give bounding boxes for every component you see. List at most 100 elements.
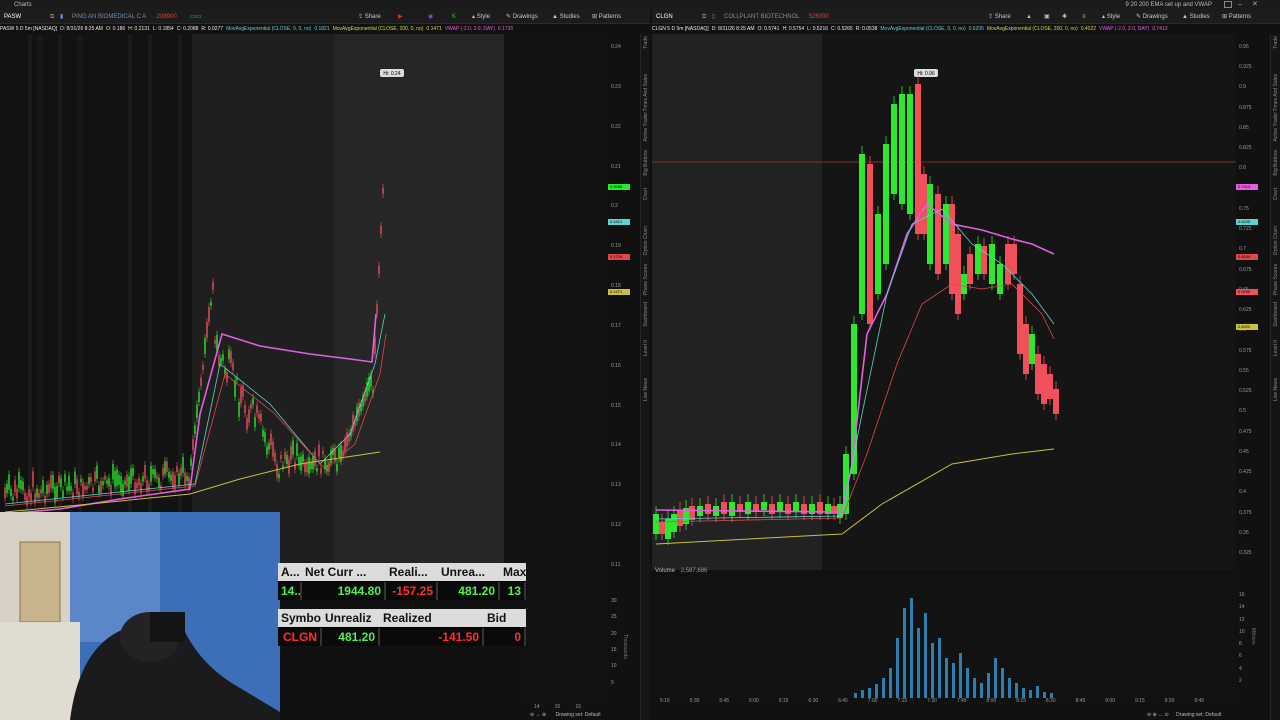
table-value-cell: 13 (500, 582, 526, 600)
table-header-cell[interactable]: A... (278, 563, 302, 581)
table-header-cell[interactable]: Symbo (278, 609, 322, 627)
studies-button[interactable]: ▲ Studies (552, 10, 580, 24)
candle (152, 469, 154, 475)
drawing-set[interactable]: Drawing set: Default (556, 712, 601, 718)
volume-bar (1029, 690, 1032, 698)
side-tab: Level II (1273, 340, 1279, 357)
candle (268, 443, 270, 450)
candle (328, 462, 330, 473)
drawings-button[interactable]: ✎ Drawings (506, 10, 538, 24)
restore-icon[interactable] (1224, 1, 1232, 8)
study-value: L: 0.1854 (152, 26, 174, 32)
pan-icon[interactable]: ↔ (536, 712, 541, 718)
pan-icon[interactable]: ↔ (1158, 712, 1163, 718)
table-header-cell[interactable]: Reali... (386, 563, 438, 581)
reset-zoom-icon[interactable]: ⊙ (1165, 712, 1169, 718)
volume-tick-label: 16 (1239, 592, 1245, 598)
study-value: MovAvgExponential (CLOSE, 200, 0, no) (332, 26, 424, 32)
candle (136, 482, 138, 489)
drawings-label: Drawings (1142, 14, 1168, 20)
menu-icon[interactable]: ≡ (1082, 10, 1086, 24)
candle (22, 481, 24, 491)
candle (322, 450, 324, 455)
side-tab: Big Buttons (643, 150, 649, 176)
twitch-icon[interactable]: ◉ (428, 10, 433, 24)
link-icon[interactable]: ⧉ (702, 10, 706, 24)
positions-table[interactable]: Symbo CLGN Unrealiz 481.20 Realized -141.50 Bi… (278, 609, 526, 646)
table-header-cell[interactable]: Net Curr ... (302, 563, 386, 581)
candle (777, 502, 783, 512)
studies-label: Studies (559, 14, 580, 20)
account-summary-table[interactable]: A...14...Net Curr ...1944.80Reali...-157… (278, 563, 526, 600)
share-button[interactable]: ⇪ Share (358, 10, 381, 24)
table-header-cell[interactable]: Max (500, 563, 526, 581)
price-marker-tag: 0.1821 (608, 219, 630, 225)
drawing-set[interactable]: Drawing set: Default (1176, 712, 1221, 718)
table-header-cell[interactable]: Bid (484, 609, 526, 627)
candle (92, 487, 94, 492)
close-icon[interactable]: ✕ (1252, 1, 1260, 8)
candle (276, 464, 278, 477)
candle (56, 485, 58, 498)
study-value: CLGN 5 D 5m [NASDAQ] (652, 26, 709, 32)
style-button[interactable]: ▴ Style (1102, 10, 1120, 24)
study-value: PASW 5 D 5m [NASDAQ] (0, 26, 58, 32)
candle (38, 493, 40, 498)
volume-chart-right[interactable] (652, 578, 1236, 698)
candle (30, 493, 32, 502)
price-marker-tag: 0.1726 (608, 254, 630, 260)
volume-tick-label: 10 (611, 663, 617, 670)
price-chart-right[interactable]: Hi: 0.96 (652, 34, 1236, 570)
candle (222, 354, 224, 361)
zoom-in-icon[interactable]: ⊕ (1153, 712, 1157, 718)
youtube-icon[interactable]: ▶ (398, 10, 403, 24)
price-marker-tag: 0.4022 (1236, 324, 1258, 330)
table-header-cell[interactable]: Realized (380, 609, 484, 627)
chart-toolbar-left: PASW ⧉ ▮ PING AN BIOMEDICAL C A .208900 … (0, 10, 650, 24)
candle (226, 372, 228, 383)
candle (156, 475, 158, 480)
volume-bar (931, 643, 934, 698)
style-button[interactable]: ▴ Style (472, 10, 490, 24)
side-tabs-left[interactable]: Trade Times And Sales Active Trader Big But… (640, 34, 650, 720)
bookmark-icon[interactable]: ▯ (712, 10, 715, 24)
print-icon[interactable]: ▣ (1044, 10, 1050, 24)
kick-icon[interactable]: K (452, 10, 456, 24)
candle (1023, 324, 1029, 374)
volume-chart-left[interactable] (526, 584, 608, 704)
patterns-button[interactable]: ⊞ Patterns (1222, 10, 1251, 24)
price-tick-label: 0.45 (1239, 448, 1249, 455)
candle (174, 475, 176, 490)
settings-icon[interactable]: ✱ (1062, 10, 1067, 24)
candle (162, 467, 164, 477)
price-chart-left[interactable]: Hi: 0.24 (0, 34, 608, 582)
candle (907, 94, 913, 214)
studies-label: Studies (1189, 14, 1210, 20)
study-value: H: 0.5754 (782, 26, 805, 32)
table-header-cell[interactable]: Unrea... (438, 563, 500, 581)
candle (677, 510, 683, 526)
symbol-input[interactable]: CLGN (656, 10, 673, 24)
minimize-icon[interactable]: – (1238, 1, 1246, 8)
candle (292, 440, 294, 455)
volume-tick-label: 14 (1239, 604, 1245, 611)
candle (4, 487, 6, 499)
bookmark-icon[interactable]: ▮ (60, 10, 63, 24)
alert-icon[interactable]: ▲ (1026, 10, 1032, 24)
studies-button[interactable]: ▲ Studies (1182, 10, 1210, 24)
share-button[interactable]: ⇪ Share (988, 10, 1011, 24)
layout-name[interactable]: 9 20 200 EMA set up and VWAP (1126, 0, 1213, 10)
link-icon[interactable]: ⧉ (50, 10, 54, 24)
patterns-button[interactable]: ⊞ Patterns (592, 10, 621, 24)
reset-zoom-icon[interactable]: ⊕ (542, 712, 546, 718)
drawings-button[interactable]: ✎ Drawings (1136, 10, 1168, 24)
table-header-cell[interactable]: Unrealiz (322, 609, 380, 627)
volume-bar (875, 684, 878, 698)
study-value: H: 0.2131 (128, 26, 150, 32)
price-tick-label: 0.525 (1239, 388, 1252, 395)
side-tabs-right[interactable]: Trade Times And Sales Active Trader Big But… (1270, 34, 1280, 720)
symbol-input[interactable]: PASW (4, 10, 21, 24)
price-tick-label: 0.7 (1239, 246, 1246, 253)
zoom-out-icon[interactable]: ⊖ (1147, 712, 1151, 718)
zoom-out-icon[interactable]: ⊖ (530, 712, 534, 718)
